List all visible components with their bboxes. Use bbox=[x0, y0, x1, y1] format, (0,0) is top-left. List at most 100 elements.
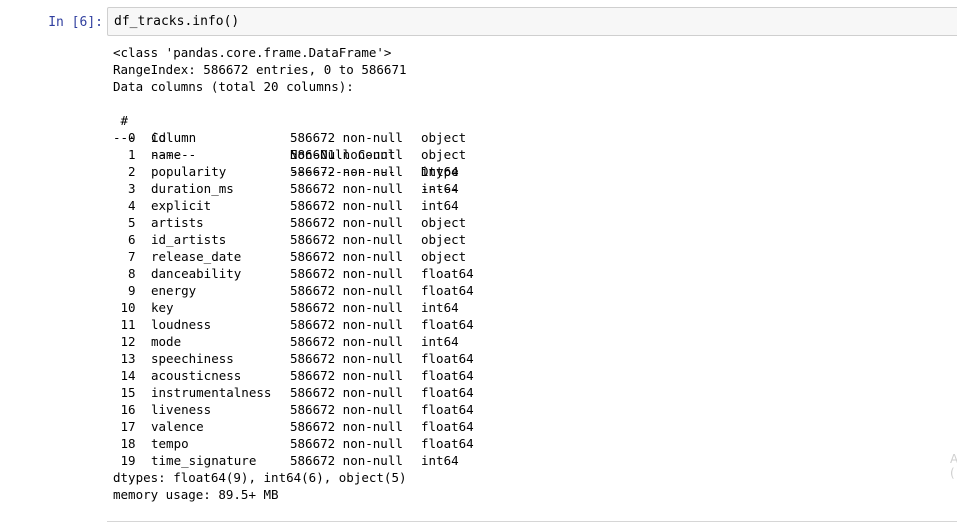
table-row: 3 duration_ms 586672 non-null int64 bbox=[113, 180, 459, 197]
row-non-null-count: 586672 non-null bbox=[290, 198, 403, 213]
row-num: 1 bbox=[113, 147, 136, 162]
table-header-row: # Column Non-Null Count Dtype bbox=[113, 95, 459, 179]
row-num: 13 bbox=[113, 351, 136, 366]
row-dtype: float64 bbox=[421, 436, 474, 451]
table-rows: 0 id 586672 non-null object 1 name 586601 non… bbox=[113, 129, 474, 469]
row-num: 4 bbox=[113, 198, 136, 213]
row-dtype: float64 bbox=[421, 317, 474, 332]
row-dtype: float64 bbox=[421, 266, 474, 281]
table-separator-row: --- ------ -------------- ----- bbox=[113, 112, 459, 196]
row-num: 7 bbox=[113, 249, 136, 264]
row-non-null-count: 586601 non-null bbox=[290, 147, 403, 162]
row-dtype: int64 bbox=[421, 181, 459, 196]
row-non-null-count: 586672 non-null bbox=[290, 334, 403, 349]
row-non-null-count: 586672 non-null bbox=[290, 453, 403, 468]
table-row: 1 name 586601 non-null object bbox=[113, 146, 466, 163]
row-non-null-count: 586672 non-null bbox=[290, 368, 403, 383]
table-row: 18 tempo 586672 non-null float64 bbox=[113, 435, 474, 452]
row-num: 8 bbox=[113, 266, 136, 281]
row-dtype: int64 bbox=[421, 164, 459, 179]
table-row: 10 key 586672 non-null int64 bbox=[113, 299, 459, 316]
row-dtype: float64 bbox=[421, 283, 474, 298]
table-row: 9 energy 586672 non-null float64 bbox=[113, 282, 474, 299]
scrollbar-hint-glyph: A( bbox=[950, 452, 957, 480]
code-input-area[interactable]: df_tracks.info() bbox=[107, 7, 957, 36]
row-dtype: float64 bbox=[421, 385, 474, 400]
row-num: 12 bbox=[113, 334, 136, 349]
row-dtype: float64 bbox=[421, 351, 474, 366]
row-dtype: int64 bbox=[421, 198, 459, 213]
table-row: 5 artists 586672 non-null object bbox=[113, 214, 466, 231]
row-non-null-count: 586672 non-null bbox=[290, 283, 403, 298]
cell-output: <class 'pandas.core.frame.DataFrame'> Ra… bbox=[113, 44, 474, 503]
row-dtype: float64 bbox=[421, 419, 474, 434]
row-num: 5 bbox=[113, 215, 136, 230]
row-num: 2 bbox=[113, 164, 136, 179]
row-column-name: artists bbox=[151, 215, 204, 230]
row-column-name: id_artists bbox=[151, 232, 227, 247]
table-row: 14 acousticness 586672 non-null float64 bbox=[113, 367, 474, 384]
row-num: 10 bbox=[113, 300, 136, 315]
row-column-name: tempo bbox=[151, 436, 189, 451]
row-num: 3 bbox=[113, 181, 136, 196]
row-dtype: object bbox=[421, 232, 467, 247]
table-row: 13 speechiness 586672 non-null float64 bbox=[113, 350, 474, 367]
row-num: 9 bbox=[113, 283, 136, 298]
row-non-null-count: 586672 non-null bbox=[290, 181, 403, 196]
table-row: 0 id 586672 non-null object bbox=[113, 129, 466, 146]
table-row: 6 id_artists 586672 non-null object bbox=[113, 231, 466, 248]
row-column-name: duration_ms bbox=[151, 181, 234, 196]
row-column-name: danceability bbox=[151, 266, 242, 281]
row-non-null-count: 586672 non-null bbox=[290, 436, 403, 451]
row-column-name: name bbox=[151, 147, 182, 162]
table-row: 2 popularity 586672 non-null int64 bbox=[113, 163, 459, 180]
row-column-name: acousticness bbox=[151, 368, 242, 383]
row-non-null-count: 586672 non-null bbox=[290, 266, 403, 281]
row-dtype: int64 bbox=[421, 334, 459, 349]
output-data-columns: Data columns (total 20 columns): bbox=[113, 79, 354, 94]
row-dtype: object bbox=[421, 215, 467, 230]
row-column-name: release_date bbox=[151, 249, 242, 264]
row-dtype: object bbox=[421, 130, 467, 145]
row-dtype: float64 bbox=[421, 402, 474, 417]
row-dtype: object bbox=[421, 249, 467, 264]
row-num: 18 bbox=[113, 436, 136, 451]
row-non-null-count: 586672 non-null bbox=[290, 215, 403, 230]
row-non-null-count: 586672 non-null bbox=[290, 130, 403, 145]
row-non-null-count: 586672 non-null bbox=[290, 402, 403, 417]
input-prompt: In [6]: bbox=[48, 15, 103, 30]
row-column-name: explicit bbox=[151, 198, 212, 213]
row-column-name: liveness bbox=[151, 402, 212, 417]
row-column-name: mode bbox=[151, 334, 182, 349]
row-num: 15 bbox=[113, 385, 136, 400]
row-column-name: key bbox=[151, 300, 174, 315]
row-non-null-count: 586672 non-null bbox=[290, 385, 403, 400]
row-num: 14 bbox=[113, 368, 136, 383]
row-column-name: valence bbox=[151, 419, 204, 434]
row-dtype: object bbox=[421, 147, 467, 162]
row-non-null-count: 586672 non-null bbox=[290, 249, 403, 264]
row-num: 17 bbox=[113, 419, 136, 434]
row-num: 0 bbox=[113, 130, 136, 145]
row-column-name: time_signature bbox=[151, 453, 257, 468]
code-text[interactable]: df_tracks.info() bbox=[114, 13, 239, 30]
table-row: 17 valence 586672 non-null float64 bbox=[113, 418, 474, 435]
output-dtypes-line: dtypes: float64(9), int64(6), object(5) bbox=[113, 470, 407, 485]
row-column-name: instrumentalness bbox=[151, 385, 272, 400]
table-row: 12 mode 586672 non-null int64 bbox=[113, 333, 459, 350]
table-row: 19 time_signature 586672 non-null int64 bbox=[113, 452, 459, 469]
row-num: 19 bbox=[113, 453, 136, 468]
row-column-name: energy bbox=[151, 283, 197, 298]
table-row: 16 liveness 586672 non-null float64 bbox=[113, 401, 474, 418]
row-dtype: int64 bbox=[421, 453, 459, 468]
row-dtype: float64 bbox=[421, 368, 474, 383]
row-column-name: id bbox=[151, 130, 167, 145]
row-non-null-count: 586672 non-null bbox=[290, 232, 403, 247]
table-row: 11 loudness 586672 non-null float64 bbox=[113, 316, 474, 333]
row-num: 16 bbox=[113, 402, 136, 417]
row-column-name: speechiness bbox=[151, 351, 234, 366]
row-column-name: loudness bbox=[151, 317, 212, 332]
notebook-cell: In [6]: df_tracks.info() <class 'pandas.… bbox=[0, 0, 957, 524]
table-row: 4 explicit 586672 non-null int64 bbox=[113, 197, 459, 214]
row-non-null-count: 586672 non-null bbox=[290, 300, 403, 315]
